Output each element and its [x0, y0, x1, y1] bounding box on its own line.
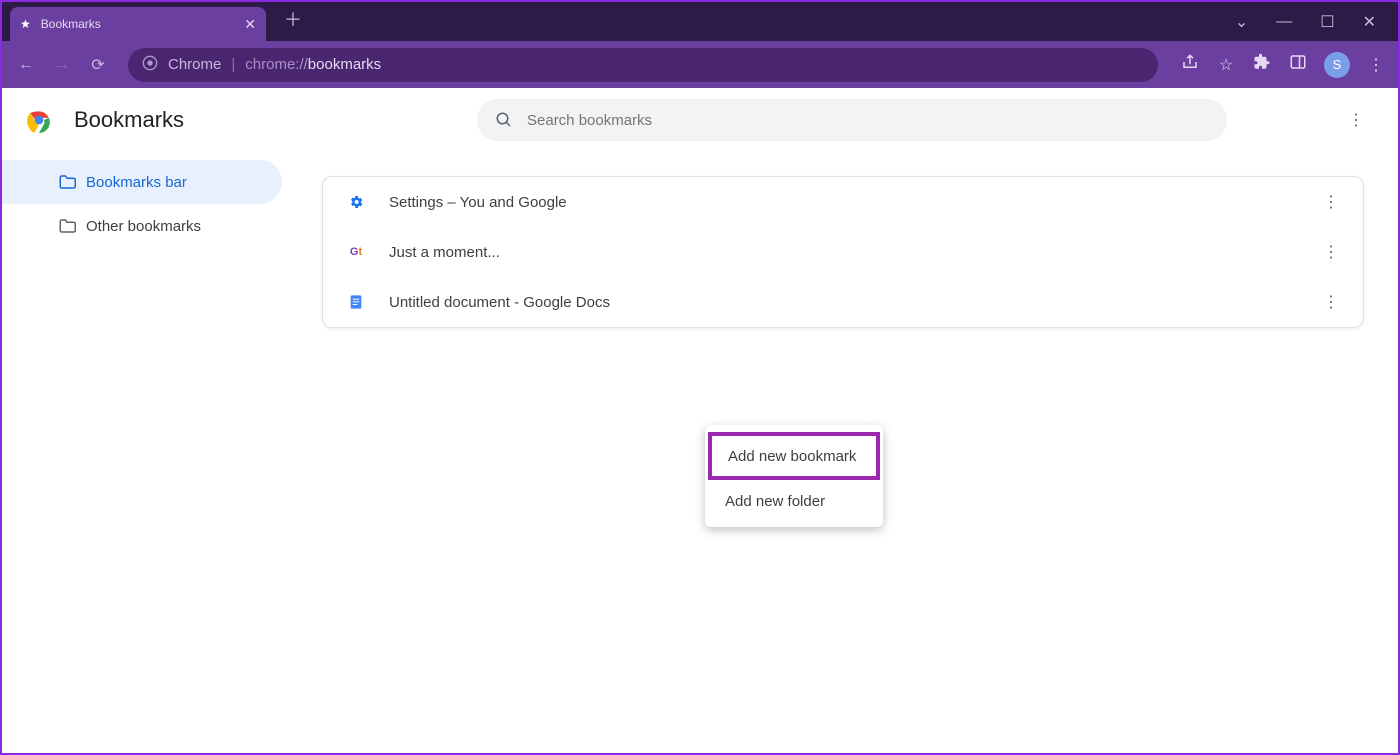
bookmark-title: Just a moment... [389, 244, 500, 261]
context-item-label: Add new folder [725, 493, 825, 510]
context-item-label: Add new bookmark [728, 448, 856, 465]
toolbar-right: ☆ S ⋮ [1180, 52, 1386, 78]
bookmark-row[interactable]: Settings – You and Google ⋮ [323, 177, 1363, 227]
reload-button[interactable]: ⟳ [86, 55, 110, 75]
sidebar-item-label: Bookmarks bar [86, 174, 187, 191]
context-menu: Add new bookmark Add new folder [705, 425, 883, 527]
addressbar-path: bookmarks [308, 56, 381, 73]
addressbar-app-label: Chrome [168, 56, 221, 73]
site-favicon: Gt [347, 243, 365, 261]
page-title: Bookmarks [74, 107, 184, 133]
search-input[interactable] [527, 112, 1209, 129]
minimize-icon[interactable]: — [1276, 13, 1292, 31]
folder-icon [58, 173, 76, 191]
sidebar-item-label: Other bookmarks [86, 218, 201, 235]
browser-tab[interactable]: ★ Bookmarks ✕ [10, 7, 266, 41]
page-body: Bookmarks bar Other bookmarks Settings –… [2, 152, 1398, 753]
address-bar[interactable]: Chrome | chrome://bookmarks [128, 48, 1158, 82]
maximize-icon[interactable]: ☐ [1320, 12, 1334, 32]
avatar-letter: S [1333, 57, 1342, 72]
share-icon[interactable] [1180, 53, 1200, 76]
new-tab-button[interactable]: ＋ [284, 6, 302, 32]
bookmark-row[interactable]: Untitled document - Google Docs ⋮ [323, 277, 1363, 327]
sidebar-item-bookmarks-bar[interactable]: Bookmarks bar [2, 160, 282, 204]
addressbar-scheme: chrome:// [245, 56, 308, 73]
bookmark-list: Settings – You and Google ⋮ Gt Just a mo… [322, 176, 1364, 328]
search-icon [495, 111, 513, 129]
window-controls: ⌄ — ☐ ✕ [1235, 2, 1398, 41]
close-window-icon[interactable]: ✕ [1363, 12, 1376, 32]
context-item-add-folder[interactable]: Add new folder [705, 481, 883, 521]
bookmark-row[interactable]: Gt Just a moment... ⋮ [323, 227, 1363, 277]
sidebar-item-other-bookmarks[interactable]: Other bookmarks [2, 204, 302, 248]
search-box[interactable] [477, 99, 1227, 141]
close-tab-icon[interactable]: ✕ [244, 16, 256, 33]
sidepanel-icon[interactable] [1288, 53, 1308, 76]
more-icon[interactable]: ⋮ [1323, 242, 1339, 262]
back-button[interactable]: ← [14, 56, 38, 74]
more-icon[interactable]: ⋮ [1323, 292, 1339, 312]
titlebar: ★ Bookmarks ✕ ＋ ⌄ — ☐ ✕ [2, 2, 1398, 41]
addressbar-separator: | [231, 56, 235, 73]
star-icon: ★ [20, 17, 31, 31]
chrome-logo-icon [26, 107, 52, 133]
page-menu-button[interactable]: ⋮ [1348, 110, 1364, 130]
forward-button[interactable]: → [50, 56, 74, 74]
sidebar: Bookmarks bar Other bookmarks [2, 152, 302, 753]
docs-icon [347, 293, 365, 311]
profile-avatar[interactable]: S [1324, 52, 1350, 78]
toolbar: ← → ⟳ Chrome | chrome://bookmarks ☆ S ⋮ [2, 41, 1398, 88]
context-item-add-bookmark[interactable]: Add new bookmark [708, 432, 880, 480]
chevron-down-icon[interactable]: ⌄ [1235, 12, 1248, 32]
extensions-icon[interactable] [1252, 53, 1272, 76]
bookmark-star-icon[interactable]: ☆ [1216, 55, 1236, 75]
bookmark-title: Settings – You and Google [389, 194, 567, 211]
site-info-icon[interactable] [142, 55, 158, 75]
chrome-menu-icon[interactable]: ⋮ [1366, 55, 1386, 75]
more-icon[interactable]: ⋮ [1323, 192, 1339, 212]
gear-icon [347, 193, 365, 211]
tab-title: Bookmarks [41, 17, 101, 31]
bookmark-title: Untitled document - Google Docs [389, 294, 610, 311]
folder-icon [58, 217, 76, 235]
